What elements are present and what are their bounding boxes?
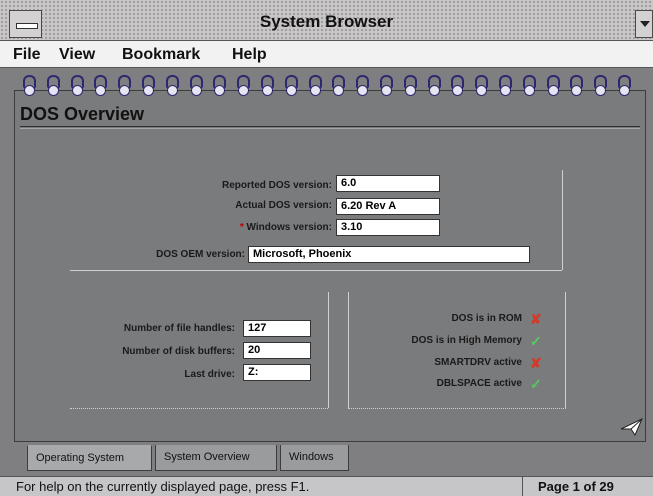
binder-ring-icon bbox=[379, 75, 393, 96]
title-bar: System Browser bbox=[0, 0, 653, 41]
binder-ring-icon bbox=[403, 75, 417, 96]
menu-file[interactable]: File bbox=[13, 46, 41, 64]
cross-icon: ✘ bbox=[530, 355, 542, 371]
last-drive-field[interactable]: Z: bbox=[243, 364, 311, 381]
actual-dos-version-field[interactable]: 6.20 Rev A bbox=[336, 198, 440, 215]
menu-view[interactable]: View bbox=[59, 46, 95, 64]
dos-oem-version-field[interactable]: Microsoft, Phoenix bbox=[248, 246, 530, 263]
binder-ring-icon bbox=[522, 75, 536, 96]
status-label: SMARTDRV active bbox=[434, 357, 522, 368]
window-dropdown-button[interactable] bbox=[635, 10, 653, 38]
menu-help[interactable]: Help bbox=[232, 46, 267, 64]
content-panel bbox=[14, 90, 646, 442]
chevron-down-icon bbox=[640, 21, 650, 27]
actual-dos-version-label: Actual DOS version: bbox=[235, 200, 332, 211]
dos-oem-version-label: DOS OEM version: bbox=[156, 249, 245, 260]
group-frame-right bbox=[562, 170, 563, 270]
menu-bar: File View Bookmark Help bbox=[0, 41, 653, 68]
title-divider bbox=[20, 126, 640, 127]
next-page-button[interactable] bbox=[620, 417, 644, 442]
binder-ring-icon bbox=[93, 75, 108, 96]
page-title: DOS Overview bbox=[20, 104, 145, 124]
status-bar: For help on the currently displayed page… bbox=[0, 476, 653, 496]
status-label: DOS is in ROM bbox=[451, 313, 522, 324]
cross-icon: ✘ bbox=[530, 311, 542, 327]
binder-ring-icon bbox=[284, 75, 298, 96]
binder-ring-icon bbox=[331, 75, 346, 96]
binder-ring-icon bbox=[189, 75, 203, 96]
binder-ring-icon bbox=[212, 75, 227, 96]
binder-ring-icon bbox=[593, 75, 608, 96]
left-group-frame-bottom bbox=[70, 408, 328, 409]
left-group-frame-right bbox=[328, 292, 329, 408]
binder-ring-icon bbox=[474, 75, 489, 96]
reported-dos-version-field[interactable]: 6.0 bbox=[336, 175, 440, 192]
tab-operating-system[interactable]: Operating System bbox=[27, 445, 152, 471]
binder-ring-icon bbox=[236, 75, 251, 96]
binder-ring-icon bbox=[427, 75, 441, 96]
menu-bookmark[interactable]: Bookmark bbox=[122, 46, 200, 64]
paper-airplane-icon bbox=[620, 417, 643, 437]
windows-version-field[interactable]: 3.10 bbox=[336, 219, 440, 236]
binder-ring-icon bbox=[617, 75, 631, 96]
help-hint: For help on the currently displayed page… bbox=[16, 479, 310, 494]
right-group-frame-left bbox=[348, 292, 349, 408]
binder-ring-icon bbox=[117, 75, 132, 96]
right-group-frame-right bbox=[565, 292, 566, 408]
binder-ring-icon bbox=[546, 75, 560, 96]
right-group-frame-bottom bbox=[348, 408, 566, 409]
tab-system-overview[interactable]: System Overview bbox=[155, 445, 277, 471]
check-icon: ✓ bbox=[530, 333, 542, 349]
title-divider-highlight bbox=[20, 128, 640, 129]
binder-ring-icon bbox=[308, 75, 322, 96]
disk-buffers-label: Number of disk buffers: bbox=[122, 346, 235, 357]
binder-ring-icon bbox=[70, 75, 84, 96]
binder-ring-icon bbox=[569, 75, 584, 96]
group-frame-bottom bbox=[70, 270, 562, 271]
windows-version-label: * Windows version: bbox=[160, 222, 332, 233]
reported-dos-version-label: Reported DOS version: bbox=[221, 180, 332, 191]
last-drive-label: Last drive: bbox=[184, 369, 235, 380]
binder-ring-icon bbox=[165, 75, 179, 96]
binder-ring-icon bbox=[141, 75, 155, 96]
binder-ring-icon bbox=[22, 75, 36, 96]
note-marker: * bbox=[239, 222, 244, 233]
binder-ring-icon bbox=[498, 75, 512, 96]
binder-rings bbox=[22, 75, 642, 99]
binder-ring-icon bbox=[46, 75, 60, 96]
file-handles-label: Number of file handles: bbox=[123, 323, 235, 334]
binder-ring-icon bbox=[260, 75, 274, 96]
status-divider bbox=[522, 477, 523, 496]
binder-ring-icon bbox=[355, 75, 370, 96]
window-title: System Browser bbox=[259, 12, 394, 31]
page-indicator: Page 1 of 29 bbox=[538, 479, 614, 494]
disk-buffers-field[interactable]: 20 bbox=[243, 342, 311, 359]
status-label: DBLSPACE active bbox=[436, 378, 522, 389]
file-handles-field[interactable]: 127 bbox=[243, 320, 311, 337]
binder-ring-icon bbox=[450, 75, 465, 96]
tab-windows[interactable]: Windows bbox=[280, 445, 349, 471]
check-icon: ✓ bbox=[530, 376, 542, 392]
windows-version-label-text: Windows version: bbox=[246, 222, 332, 233]
status-label: DOS is in High Memory bbox=[411, 335, 522, 346]
